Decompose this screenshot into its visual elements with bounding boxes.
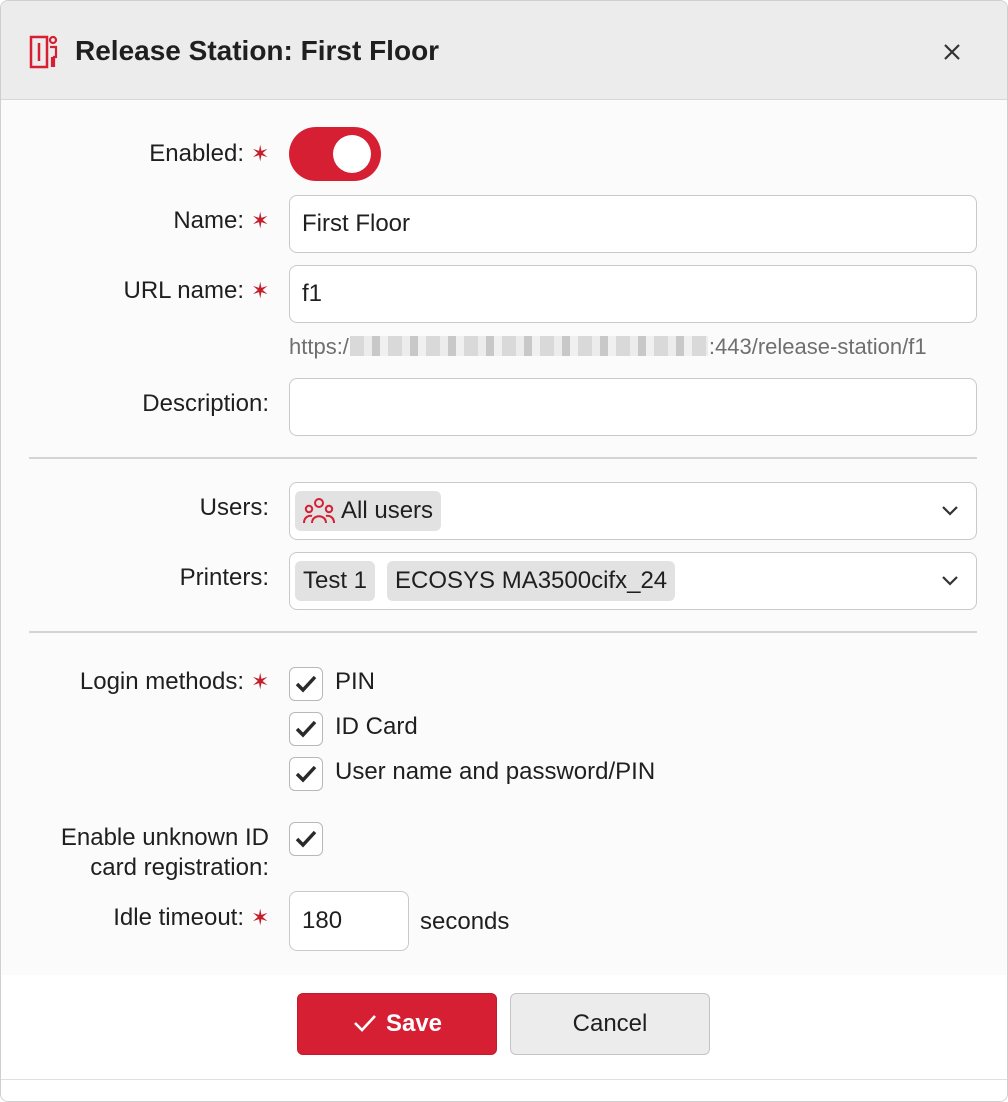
close-icon[interactable]: [937, 37, 967, 67]
chevron-down-icon: [940, 573, 960, 587]
checkmark-icon: [295, 720, 317, 738]
dialog-header: Release Station: First Floor: [1, 1, 1007, 100]
url-suffix: :443/release-station/f1: [708, 334, 927, 359]
pin-option-label: PIN: [335, 668, 376, 695]
url-prefix: https:/: [289, 334, 349, 359]
id-card-option-label: ID Card: [335, 713, 418, 740]
description-field[interactable]: [289, 378, 977, 436]
users-label: Users:: [199, 494, 269, 521]
login-methods-label: Login methods:: [79, 668, 244, 695]
checkmark-icon: [295, 675, 317, 693]
redacted-host: [349, 336, 708, 357]
idle-timeout-field[interactable]: 180: [289, 891, 409, 951]
enabled-toggle[interactable]: [289, 127, 381, 181]
printers-select[interactable]: Test 1 ECOSYS MA3500cifx_24: [289, 552, 977, 610]
unknown-card-label-line1: Enable unknown ID: [60, 824, 269, 851]
idle-timeout-label: Idle timeout:: [113, 904, 244, 931]
users-group-icon: [303, 497, 335, 538]
dialog-title: Release Station: First Floor: [75, 35, 440, 66]
required-marker: ✶: [251, 669, 270, 694]
id-card-checkbox[interactable]: [289, 712, 323, 746]
chevron-down-icon: [940, 503, 960, 517]
description-label: Description:: [142, 390, 269, 417]
checkmark-icon: [295, 830, 317, 848]
idle-timeout-units: seconds: [420, 908, 510, 935]
unknown-card-checkbox[interactable]: [289, 822, 323, 856]
username-password-option-label: User name and password/PIN: [335, 758, 656, 785]
release-station-dialog: Release Station: First Floor Enabled: ✶ …: [0, 0, 1008, 1102]
toggle-knob: [333, 135, 371, 173]
name-label: Name:: [173, 207, 244, 234]
url-preview: https:/ :443/release-station/f1: [289, 334, 927, 360]
dialog-footer: [1, 975, 1007, 1101]
enabled-label: Enabled:: [149, 140, 244, 167]
printer-chip[interactable]: Test 1: [295, 561, 376, 601]
footer-divider: [1, 1079, 1007, 1080]
name-field[interactable]: First Floor: [289, 195, 977, 253]
printers-label: Printers:: [179, 564, 269, 591]
url-name-label: URL name:: [123, 277, 245, 304]
check-icon: [354, 1015, 376, 1032]
printer-chip[interactable]: ECOSYS MA3500cifx_24: [387, 561, 676, 601]
required-marker: ✶: [251, 905, 270, 930]
cancel-button-label: Cancel: [572, 1010, 648, 1037]
cancel-button[interactable]: Cancel: [510, 993, 710, 1055]
checkmark-icon: [295, 765, 317, 783]
users-select[interactable]: All users: [289, 482, 977, 540]
save-button[interactable]: Save: [297, 993, 497, 1055]
section-divider: [29, 457, 977, 459]
required-marker: ✶: [251, 141, 270, 166]
user-chip[interactable]: All users: [295, 491, 442, 531]
save-button-label: Save: [385, 1010, 443, 1037]
release-station-icon: [29, 35, 59, 69]
section-divider: [29, 631, 977, 633]
url-name-field[interactable]: f1: [289, 265, 977, 323]
required-marker: ✶: [251, 278, 270, 303]
required-marker: ✶: [251, 208, 270, 233]
unknown-card-label-line2: card registration:: [90, 854, 269, 881]
user-chip-label: All users: [341, 497, 434, 524]
username-password-checkbox[interactable]: [289, 757, 323, 791]
pin-checkbox[interactable]: [289, 667, 323, 701]
